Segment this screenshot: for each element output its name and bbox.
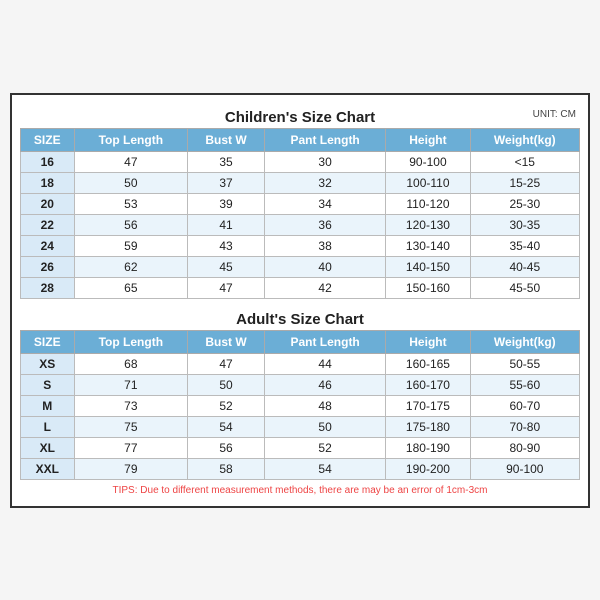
children-header-height: Height [386, 128, 470, 151]
adult-header-top-length: Top Length [74, 330, 188, 353]
children-header-row: SIZE Top Length Bust W Pant Length Heigh… [21, 128, 580, 151]
size-chart-container: Children's Size Chart UNIT: CM SIZE Top … [10, 93, 590, 508]
children-header-bust-w: Bust W [188, 128, 265, 151]
unit-label: UNIT: CM [533, 109, 576, 120]
children-header-top-length: Top Length [74, 128, 188, 151]
table-row: L755450175-18070-80 [21, 416, 580, 437]
children-table-body: 1647353090-100<1518503732100-11015-25205… [21, 151, 580, 298]
table-row: XXL795854190-20090-100 [21, 458, 580, 479]
children-section-title: Children's Size Chart UNIT: CM [20, 103, 580, 128]
table-row: 18503732100-11015-25 [21, 172, 580, 193]
table-row: 1647353090-100<15 [21, 151, 580, 172]
children-header-size: SIZE [21, 128, 75, 151]
adult-header-bust-w: Bust W [188, 330, 265, 353]
adult-header-height: Height [386, 330, 470, 353]
adult-header-size: SIZE [21, 330, 75, 353]
adult-size-table: SIZE Top Length Bust W Pant Length Heigh… [20, 330, 580, 480]
children-header-pant-length: Pant Length [264, 128, 385, 151]
table-row: S715046160-17055-60 [21, 374, 580, 395]
adult-title-text: Adult's Size Chart [236, 311, 364, 328]
table-row: M735248170-17560-70 [21, 395, 580, 416]
adult-header-weight: Weight(kg) [470, 330, 579, 353]
table-row: XS684744160-16550-55 [21, 353, 580, 374]
table-row: 26624540140-15040-45 [21, 256, 580, 277]
children-title-text: Children's Size Chart [225, 109, 375, 126]
table-row: 20533934110-12025-30 [21, 193, 580, 214]
table-row: XL775652180-19080-90 [21, 437, 580, 458]
tips-text: TIPS: Due to different measurement metho… [20, 480, 580, 498]
children-size-table: SIZE Top Length Bust W Pant Length Heigh… [20, 128, 580, 299]
adult-header-pant-length: Pant Length [264, 330, 385, 353]
adult-section-title: Adult's Size Chart [20, 305, 580, 330]
table-row: 28654742150-16045-50 [21, 277, 580, 298]
table-row: 24594338130-14035-40 [21, 235, 580, 256]
adult-header-row: SIZE Top Length Bust W Pant Length Heigh… [21, 330, 580, 353]
adult-table-body: XS684744160-16550-55S715046160-17055-60M… [21, 353, 580, 479]
table-row: 22564136120-13030-35 [21, 214, 580, 235]
children-header-weight: Weight(kg) [470, 128, 579, 151]
